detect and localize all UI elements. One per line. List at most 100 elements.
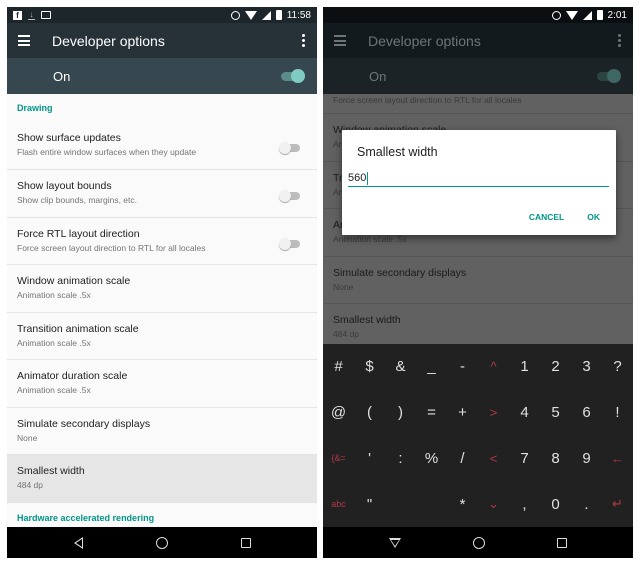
pref-simulate-secondary-displays[interactable]: Simulate secondary displays None — [7, 408, 317, 455]
status-time: 2:01 — [607, 9, 627, 21]
master-toggle — [597, 69, 621, 83]
key[interactable]: ? — [602, 358, 633, 375]
key[interactable]: 7 — [509, 450, 540, 467]
home-icon[interactable] — [473, 536, 485, 549]
key[interactable]: 2 — [540, 358, 571, 375]
key[interactable]: " — [354, 496, 385, 513]
recents-icon[interactable] — [557, 537, 567, 548]
pref-animator-duration-scale[interactable]: Animator duration scale Animation scale … — [7, 360, 317, 408]
key[interactable]: ! — [602, 404, 633, 421]
back-icon[interactable] — [389, 537, 401, 548]
key[interactable]: ^ — [478, 359, 509, 374]
key[interactable]: % — [416, 450, 447, 467]
key[interactable]: - — [447, 358, 478, 375]
toggle-thumb — [291, 69, 305, 83]
key[interactable]: / — [447, 450, 478, 467]
category-hardware-rendering: Hardware accelerated rendering — [17, 512, 155, 523]
hamburger-menu-icon[interactable] — [18, 35, 30, 46]
toggle-switch[interactable] — [279, 190, 301, 202]
pref-summary: None — [17, 432, 38, 443]
category-drawing: Drawing — [17, 103, 53, 113]
pref-title: Window animation scale — [17, 275, 131, 287]
download-icon: ↓ — [28, 9, 35, 20]
key[interactable]: 8 — [540, 450, 571, 467]
key[interactable]: 4 — [509, 404, 540, 421]
app-toolbar: Developer options — [7, 23, 317, 58]
pref-title: Show surface updates — [17, 132, 121, 144]
page-title: Developer options — [52, 32, 165, 49]
keyboard-row: {&= ':% / <7 8 9 ← — [323, 436, 633, 482]
recents-icon[interactable] — [240, 537, 251, 548]
key[interactable]: < — [478, 451, 509, 466]
key[interactable]: @ — [323, 404, 354, 421]
key[interactable]: 3 — [571, 358, 602, 375]
battery-icon — [275, 10, 282, 20]
key[interactable]: 1 — [509, 358, 540, 375]
phone-screen-left: f ↓ 11:58 Developer options On Drawing S… — [7, 7, 317, 558]
master-toggle[interactable] — [281, 69, 305, 83]
pref-title: Smallest width — [17, 465, 85, 477]
back-icon[interactable] — [73, 536, 83, 549]
key[interactable]: 9 — [571, 450, 602, 467]
key[interactable]: > — [478, 405, 509, 420]
pref-title: Animator duration scale — [17, 370, 128, 382]
key[interactable]: abc — [323, 499, 354, 509]
pref-show-surface-updates[interactable]: Show surface updates Flash entire window… — [7, 122, 317, 170]
toggle-switch[interactable] — [279, 237, 301, 250]
pref-summary: None — [333, 281, 354, 292]
pref-simulate-secondary-displays: Simulate secondary displays None — [323, 257, 633, 304]
key[interactable]: ⌄ — [478, 496, 509, 512]
pref-summary: Animation scale .5x — [17, 337, 91, 348]
key[interactable]: ↵ — [602, 496, 633, 512]
more-vert-icon — [618, 34, 621, 47]
key[interactable]: 0 — [540, 496, 571, 513]
key[interactable]: {&= — [323, 453, 354, 463]
key[interactable]: 6 — [571, 404, 602, 421]
pref-summary-partial: Force screen layout direction to RTL for… — [323, 94, 633, 114]
toggle-switch[interactable] — [279, 142, 301, 154]
navigation-bar — [7, 527, 317, 558]
more-vert-icon[interactable] — [302, 34, 305, 47]
pref-title: Simulate secondary displays — [333, 266, 467, 279]
key[interactable]: _ — [416, 358, 447, 375]
cancel-button[interactable]: CANCEL — [529, 212, 564, 222]
pref-title: Smallest width — [333, 314, 401, 326]
pref-transition-animation-scale[interactable]: Transition animation scale Animation sca… — [7, 313, 317, 360]
pref-summary: Force screen layout direction to RTL for… — [17, 242, 206, 253]
pref-summary: Animation scale .5x — [17, 385, 91, 395]
pref-window-animation-scale[interactable]: Window animation scale Animation scale .… — [7, 265, 317, 313]
navigation-bar — [323, 527, 633, 558]
pref-summary: 484 dp — [17, 480, 43, 490]
master-switch-bar[interactable]: On — [7, 58, 317, 94]
key[interactable]: = — [416, 404, 447, 421]
key[interactable]: ( — [354, 404, 385, 421]
key[interactable]: : — [385, 450, 416, 467]
key[interactable]: 5 — [540, 404, 571, 421]
wifi-icon — [244, 10, 257, 20]
ok-button[interactable]: OK — [587, 212, 600, 222]
key[interactable]: ' — [354, 450, 385, 467]
smallest-width-dialog: Smallest width 560 CANCEL OK — [342, 130, 616, 235]
key[interactable]: $ — [354, 358, 385, 375]
key[interactable]: ← — [602, 451, 633, 466]
settings-list: Drawing Show surface updates Flash entir… — [7, 94, 317, 523]
pref-smallest-width[interactable]: Smallest width 484 dp — [7, 455, 317, 503]
pref-summary: Animation scale .5x — [17, 290, 91, 300]
key[interactable]: & — [385, 358, 416, 375]
pref-force-rtl[interactable]: Force RTL layout direction Force screen … — [7, 218, 317, 265]
key[interactable]: , — [509, 496, 540, 513]
key[interactable]: ) — [385, 404, 416, 421]
key[interactable]: . — [571, 496, 602, 513]
key[interactable]: # — [323, 358, 354, 375]
pref-show-layout-bounds[interactable]: Show layout bounds Show clip bounds, mar… — [7, 170, 317, 218]
pref-title: Force RTL layout direction — [17, 227, 140, 240]
dialog-title: Smallest width — [357, 145, 438, 159]
key[interactable]: * — [447, 496, 478, 513]
home-icon[interactable] — [155, 536, 168, 549]
signal-icon — [261, 10, 271, 20]
keyboard-row: @() = + >4 5 6! — [323, 390, 633, 436]
pref-title: Transition animation scale — [17, 322, 139, 335]
key[interactable]: + — [447, 404, 478, 421]
alarm-icon — [551, 10, 561, 20]
smallest-width-input[interactable]: 560 — [348, 168, 609, 187]
